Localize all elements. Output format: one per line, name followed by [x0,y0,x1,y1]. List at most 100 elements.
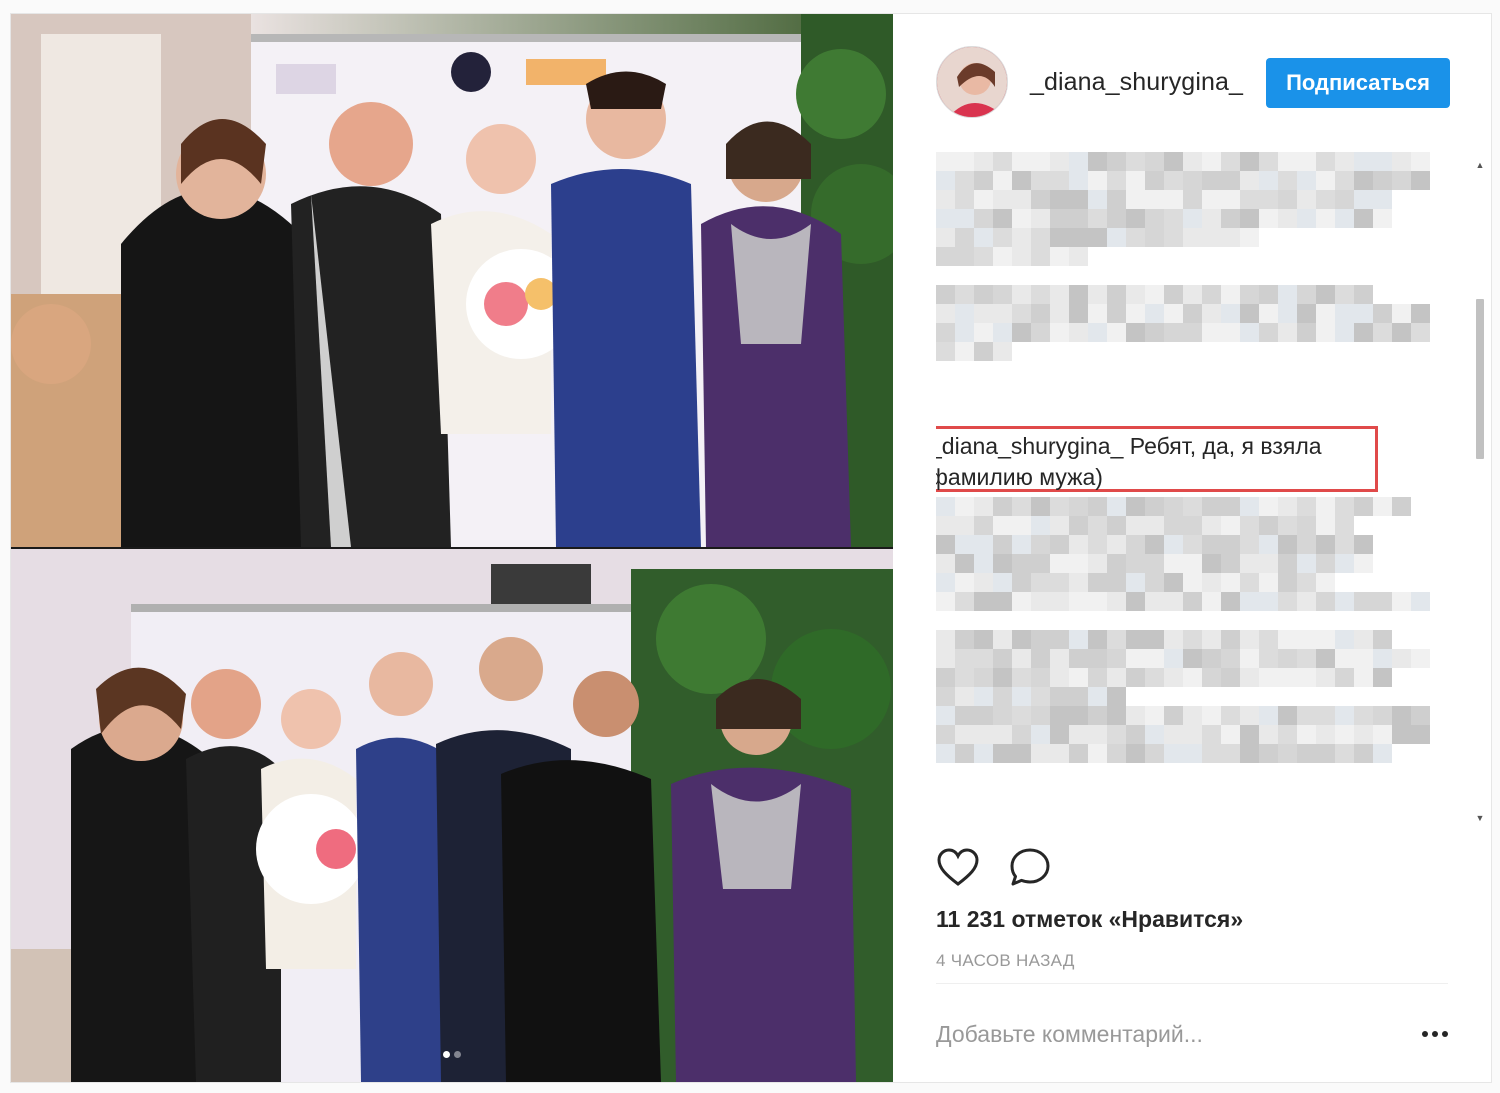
carousel-indicator[interactable] [11,1051,893,1058]
pixel-cell [955,668,974,687]
pixel-cell [1164,304,1183,323]
pixel-cell [1164,630,1183,649]
username-link[interactable]: _diana_shurygina_ [1030,68,1243,97]
pixel-cell [974,342,993,361]
pixel-cell [1335,706,1354,725]
pixel-cell [993,516,1012,535]
divider [936,983,1448,984]
pixel-cell [936,247,955,266]
pixel-cell [1031,247,1050,266]
avatar[interactable] [936,46,1008,118]
pixel-cell [1335,630,1354,649]
pixel-cell [1088,190,1107,209]
pixel-cell [1335,592,1354,611]
add-comment-input[interactable] [936,1016,1386,1052]
comment-author[interactable]: _diana_shurygina_ [936,433,1123,459]
pixel-cell [1088,668,1107,687]
pixel-cell [1069,247,1088,266]
pixel-cell [1373,668,1392,687]
pixel-cell [1183,285,1202,304]
pixel-cell [993,554,1012,573]
pixel-cell [974,744,993,763]
scroll-down-arrow[interactable]: ▼ [1475,812,1485,824]
pixel-cell [1335,744,1354,763]
pixel-cell [1031,668,1050,687]
pixel-cell [1202,649,1221,668]
pixel-cell [1107,285,1126,304]
pixel-cell [1202,592,1221,611]
pixel-cell [1012,190,1031,209]
pixel-cell [1183,649,1202,668]
pixel-cell [1316,706,1335,725]
pixel-cell [1316,649,1335,668]
pixel-cell [1183,592,1202,611]
pixel-cell [1050,285,1069,304]
comments-list[interactable]: _diana_shurygina_ Ребят, да, я взяла фам… [936,152,1454,832]
pixel-cell [1183,535,1202,554]
pixel-cell [1069,171,1088,190]
pixel-cell [1240,649,1259,668]
pixel-cell [1297,285,1316,304]
comments-scrollbar[interactable]: ▲ ▼ [1475,159,1485,824]
pixel-cell [993,152,1012,171]
pixel-cell [1297,497,1316,516]
pixel-cell [1145,535,1164,554]
pixel-cell [1145,630,1164,649]
pixel-cell [1126,573,1145,592]
follow-button[interactable]: Подписаться [1266,58,1450,108]
pixel-cell [1088,516,1107,535]
pixel-cell [993,342,1012,361]
pixel-cell [1164,228,1183,247]
pixel-cell [1164,535,1183,554]
pixel-cell [955,554,974,573]
pixel-cell [1031,573,1050,592]
likes-count[interactable]: 11 231 отметок «Нравится» [936,906,1243,933]
pixel-cell [936,516,955,535]
pixel-cell [1012,209,1031,228]
pixel-cell [1240,228,1259,247]
pixel-cell [1031,630,1050,649]
pixel-cell [1088,323,1107,342]
scroll-up-arrow[interactable]: ▲ [1475,159,1485,171]
pixel-cell [1221,668,1240,687]
pixel-cell [1126,649,1145,668]
pixel-cell [1012,152,1031,171]
pixel-cell [1050,725,1069,744]
post-media[interactable] [11,14,893,1082]
pixel-cell [1164,285,1183,304]
pixel-cell [1354,630,1373,649]
pixel-cell [1088,152,1107,171]
pixel-cell [1126,744,1145,763]
pixel-cell [1031,304,1050,323]
pixel-cell [1202,554,1221,573]
scroll-thumb[interactable] [1476,299,1484,459]
pixel-cell [1354,725,1373,744]
more-dots-icon[interactable] [1420,1022,1450,1046]
pixel-cell [1278,152,1297,171]
pixel-cell [1183,744,1202,763]
carousel-dot-1[interactable] [443,1051,450,1058]
pixel-cell [1316,516,1335,535]
pixel-cell [1069,228,1088,247]
speech-bubble-icon[interactable] [1008,846,1052,890]
pixel-cell [1107,725,1126,744]
pixel-cell [1050,323,1069,342]
pixel-cell [993,497,1012,516]
pixel-cell [1259,592,1278,611]
pixel-cell [1145,323,1164,342]
pixel-cell [1107,190,1126,209]
pixel-cell [1411,706,1430,725]
pixel-cell [1240,554,1259,573]
pixel-cell [993,649,1012,668]
pixel-cell [1297,592,1316,611]
pixel-cell [1240,190,1259,209]
pixel-cell [1050,706,1069,725]
pixel-cell [1069,554,1088,573]
post-timestamp[interactable]: 4 ЧАСОВ НАЗАД [936,951,1075,971]
carousel-dot-2[interactable] [454,1051,461,1058]
heart-icon[interactable] [936,846,980,890]
pixel-cell [1012,304,1031,323]
pixel-cell [1278,668,1297,687]
pixel-cell [1278,190,1297,209]
pixel-cell [1240,323,1259,342]
